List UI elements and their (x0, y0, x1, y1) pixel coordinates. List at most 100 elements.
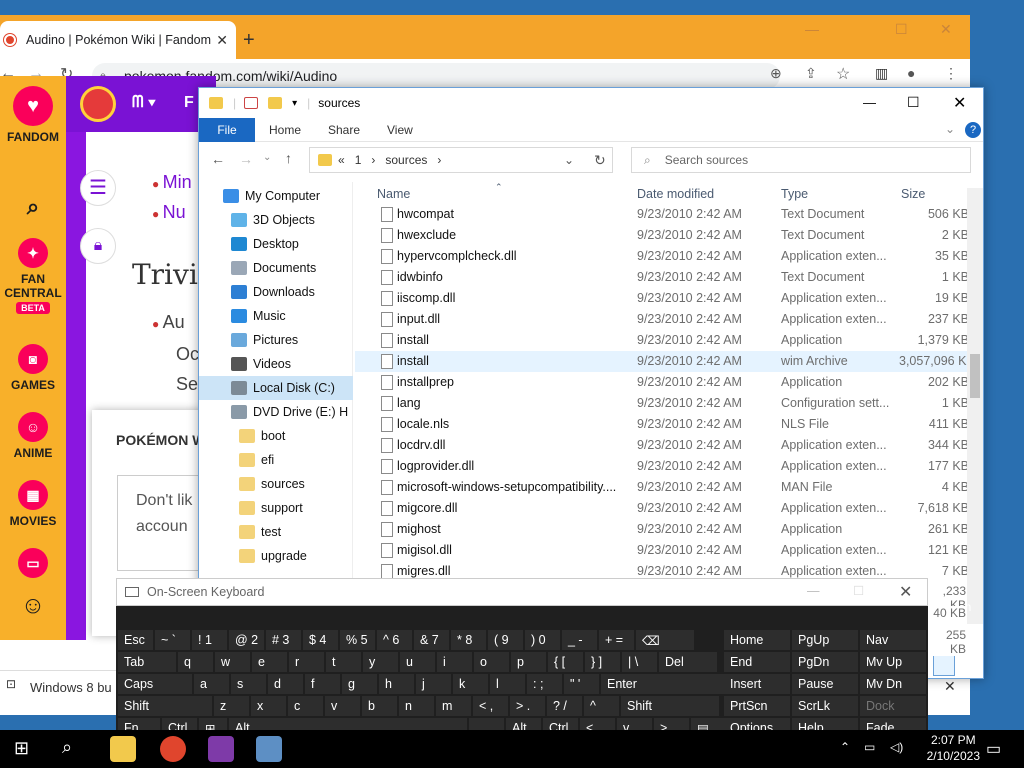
zoom-icon[interactable]: ⊕ (770, 65, 782, 82)
key[interactable]: ⌫ (636, 630, 694, 650)
chrome-taskbar-icon[interactable] (160, 736, 186, 762)
forward-icon[interactable]: → (239, 151, 253, 167)
key[interactable]: & 7 (414, 630, 449, 650)
key[interactable]: * 8 (451, 630, 486, 650)
ribbon-tab-share[interactable]: Share (328, 123, 360, 137)
key[interactable]: e (252, 652, 287, 672)
chrome-minimize-icon[interactable]: — (805, 21, 819, 37)
key[interactable]: c (288, 696, 323, 716)
key[interactable]: f (305, 674, 340, 694)
volume-icon[interactable]: ◁) (890, 740, 903, 754)
key[interactable]: + = (599, 630, 634, 650)
file-row[interactable]: hwcompat 9/23/2010 2:42 AM Text Document 50… (355, 204, 969, 225)
osk-maximize-icon[interactable]: ☐ (853, 583, 864, 598)
key[interactable]: r (289, 652, 324, 672)
file-row[interactable]: migcore.dll 9/23/2010 2:42 AM Application … (355, 498, 969, 519)
nav-item[interactable]: DVD Drive (E:) H (199, 400, 353, 424)
column-type[interactable]: Type (781, 187, 808, 201)
file-row[interactable]: install 9/23/2010 2:42 AM wim Archive 3,057… (355, 351, 969, 372)
nav-item[interactable]: support (199, 496, 353, 520)
tray-chevron-icon[interactable]: ⌃ (840, 740, 850, 754)
help-icon[interactable]: ? (965, 122, 981, 138)
explorer-maximize-icon[interactable]: ☐ (907, 94, 920, 111)
profile-icon[interactable]: ● (907, 65, 915, 81)
key[interactable]: ! 1 (192, 630, 227, 650)
key[interactable]: Del (659, 652, 717, 672)
file-row[interactable]: migisol.dll 9/23/2010 2:42 AM Application … (355, 540, 969, 561)
notification-close-icon[interactable]: ✕ (944, 678, 956, 695)
nav-item[interactable]: My Computer (199, 184, 353, 208)
key[interactable]: $ 4 (303, 630, 338, 650)
recent-dropdown-icon[interactable]: ⌄ (263, 152, 271, 163)
menu-kebab-icon[interactable]: ⋮ (944, 65, 958, 82)
clock[interactable]: 2:07 PM 2/10/2023 (927, 732, 980, 764)
file-row[interactable]: iiscomp.dll 9/23/2010 2:42 AM Application … (355, 288, 969, 309)
nav-key[interactable]: PgUp (792, 630, 858, 650)
key[interactable]: < , (473, 696, 508, 716)
nav-item[interactable]: efi (199, 448, 353, 472)
key[interactable]: " ' (564, 674, 599, 694)
lock-icon[interactable]: 🔒︎ (80, 228, 116, 264)
nav-item[interactable]: Documents (199, 256, 353, 280)
nav-key[interactable]: Insert (724, 674, 790, 694)
nav-key[interactable]: Dock (860, 696, 926, 716)
file-explorer-taskbar-icon[interactable] (110, 736, 136, 762)
key[interactable]: Shift (118, 696, 212, 716)
search-icon[interactable]: ⌕ (0, 194, 66, 220)
wiki-link[interactable]: ● Min (152, 172, 192, 193)
key[interactable]: a (194, 674, 229, 694)
key[interactable]: q (178, 652, 213, 672)
wiki-link[interactable]: ● Au (152, 312, 185, 333)
key[interactable]: { [ (548, 652, 583, 672)
network-icon[interactable]: ▭ (864, 740, 875, 754)
bookmark-star-icon[interactable]: ☆ (836, 64, 850, 84)
ribbon-tab-home[interactable]: Home (269, 123, 301, 137)
games-link[interactable]: ◙ GAMES (0, 344, 66, 392)
hamburger-menu-icon[interactable]: ☰ (80, 170, 116, 206)
large-icons-view-icon[interactable] (957, 654, 979, 676)
breadcrumb-item[interactable]: 1 (355, 153, 362, 167)
key[interactable]: > . (510, 696, 545, 716)
up-icon[interactable]: ↑ (285, 150, 292, 166)
osk-close-icon[interactable]: ✕ (899, 582, 912, 602)
key[interactable]: n (399, 696, 434, 716)
key[interactable]: ) 0 (525, 630, 560, 650)
file-row[interactable]: lang 9/23/2010 2:42 AM Configuration sett.… (355, 393, 969, 414)
file-row[interactable]: hypervcomplcheck.dll 9/23/2010 2:42 AM App… (355, 246, 969, 267)
key[interactable]: Caps (118, 674, 192, 694)
key[interactable]: s (231, 674, 266, 694)
nav-item[interactable]: Desktop (199, 232, 353, 256)
scrollbar-thumb[interactable] (970, 354, 980, 398)
details-view-icon[interactable] (933, 654, 955, 676)
breadcrumb-item[interactable]: sources (385, 153, 427, 167)
start-windows-icon[interactable]: ⊞ (14, 738, 29, 759)
key[interactable]: Tab (118, 652, 176, 672)
properties-icon[interactable] (244, 97, 259, 109)
user-account-icon[interactable]: ☺ (0, 592, 66, 620)
key[interactable]: @ 2 (229, 630, 264, 650)
quick-access-dropdown-icon[interactable]: ▾ (292, 98, 297, 109)
wiki-menu-icon[interactable]: ᗰ ▾ (132, 94, 156, 112)
key[interactable]: % 5 (340, 630, 375, 650)
key[interactable]: : ; (527, 674, 562, 694)
key[interactable]: j (416, 674, 451, 694)
nav-item[interactable]: Music (199, 304, 353, 328)
ribbon-tab-file[interactable]: File (199, 118, 255, 142)
file-row[interactable]: input.dll 9/23/2010 2:42 AM Application ex… (355, 309, 969, 330)
wiki-nav-label[interactable]: F (184, 94, 194, 112)
search-icon[interactable]: ⌕ (62, 737, 72, 758)
search-box[interactable]: ⌕ Search sources (631, 147, 971, 173)
key[interactable]: w (215, 652, 250, 672)
explorer-close-icon[interactable]: ✕ (953, 93, 966, 113)
nav-key[interactable]: End (724, 652, 790, 672)
wiki-logo-icon[interactable] (80, 86, 116, 122)
fandom-logo[interactable]: ♥ FANDOM (0, 86, 66, 144)
key[interactable]: Enter (601, 674, 739, 694)
file-row[interactable]: mighost 9/23/2010 2:42 AM Application 261 K… (355, 519, 969, 540)
key[interactable]: _ - (562, 630, 597, 650)
key[interactable]: y (363, 652, 398, 672)
wiki-link[interactable]: ● Nu (152, 202, 186, 223)
ribbon-expand-icon[interactable]: ⌄ (945, 122, 955, 136)
key[interactable]: o (474, 652, 509, 672)
ribbon-tab-view[interactable]: View (387, 123, 413, 137)
